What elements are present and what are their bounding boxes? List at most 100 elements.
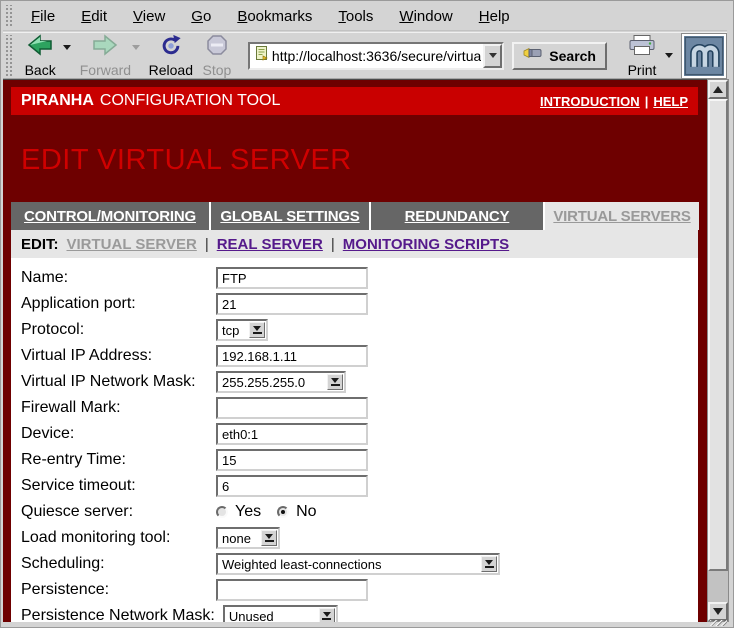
print-dropdown-arrow-icon[interactable] [665,53,673,58]
persistence-network-mask-select[interactable]: Unused [223,605,338,622]
print-label: Print [628,62,657,78]
banner-link-separator: | [645,94,649,109]
tab-virtual-servers[interactable]: VIRTUAL SERVERS [545,202,699,230]
subnav-links: VIRTUAL SERVER|REAL SERVER|MONITORING SC… [67,236,510,253]
reload-icon [159,34,183,61]
quiesce-server-option-label: Yes [235,503,261,521]
dropdown-arrow-icon[interactable] [327,374,343,390]
scheduling-label: Scheduling: [21,555,216,573]
menu-item-help[interactable]: Help [466,8,523,25]
service-timeout-label: Service timeout: [21,477,216,495]
toolbar-grip-handle[interactable] [4,35,12,76]
persistence-network-mask-label: Persistence Network Mask: [21,607,223,622]
form-row-virtual-ip-address: Virtual IP Address: [11,343,698,369]
menu-item-edit[interactable]: Edit [68,8,120,25]
mozilla-logo[interactable] [681,33,727,79]
form-row-persistence-network-mask: Persistence Network Mask:Unused [11,603,698,622]
url-input[interactable] [270,48,483,64]
tab-label: REDUNDANCY [405,208,510,225]
vertical-scrollbar[interactable] [707,79,729,622]
quiesce-server-label: Quiesce server: [21,503,216,521]
tab-control-monitoring[interactable]: CONTROL/MONITORING [11,202,209,230]
load-monitoring-tool-label: Load monitoring tool: [21,529,216,547]
arrow-down-icon [713,608,723,615]
quiesce-server-radio-no[interactable]: No [277,503,316,521]
dropdown-arrow-icon[interactable] [481,556,497,572]
menu-item-tools[interactable]: Tools [325,8,386,25]
form-row-application-port: Application port: [11,291,698,317]
tab-bar: CONTROL/MONITORING GLOBAL SETTINGS REDUNDA… [11,202,698,230]
reload-button[interactable]: Reload [148,34,194,78]
dropdown-arrow-icon[interactable] [261,530,277,546]
forward-dropdown-arrow-icon[interactable] [132,45,140,50]
subnav-separator: | [205,236,209,253]
stop-button[interactable]: Stop [194,34,240,78]
page-proxy-icon[interactable] [254,45,270,66]
subnav-link-real-server[interactable]: REAL SERVER [217,236,323,253]
scheduling-select[interactable]: Weighted least-connections [216,553,500,575]
form-row-scheduling: Scheduling:Weighted least-connections [11,551,698,577]
introduction-link[interactable]: INTRODUCTION [540,94,640,109]
scrollbar-up-button[interactable] [708,80,728,99]
subnav-link-monitoring-scripts[interactable]: MONITORING SCRIPTS [343,236,509,253]
window-resize-grip[interactable] [710,620,727,626]
form-row-quiesce-server: Quiesce server: Yes No [11,499,698,525]
application-port-input[interactable] [216,293,368,315]
back-dropdown-arrow-icon[interactable] [63,45,71,50]
page-viewport: PIRANHA CONFIGURATION TOOL INTRODUCTION … [3,79,707,622]
load-monitoring-tool-selected-value: none [218,531,261,546]
name-input[interactable] [216,267,368,289]
print-button[interactable]: Print [619,34,665,78]
menu-item-file[interactable]: File [18,8,68,25]
load-monitoring-tool-select[interactable]: none [216,527,280,549]
subnav-link-virtual-server[interactable]: VIRTUAL SERVER [67,236,197,253]
scrollbar-down-button[interactable] [708,602,728,621]
radio-button-icon [277,506,289,518]
search-label: Search [549,48,596,64]
dropdown-arrow-icon[interactable] [249,322,265,338]
service-timeout-input[interactable] [216,475,368,497]
forward-button[interactable]: Forward [79,34,132,78]
name-label: Name: [21,269,216,287]
url-history-dropdown-button[interactable] [483,44,502,68]
search-button[interactable]: Search [512,42,607,70]
virtual-ip-network-mask-label: Virtual IP Network Mask: [21,373,216,391]
menubar: FileEditViewGoBookmarksToolsWindowHelp [3,3,727,31]
tab-label: GLOBAL SETTINGS [220,208,359,225]
tab-label: CONTROL/MONITORING [24,208,196,225]
protocol-select[interactable]: tcp [216,319,268,341]
form-row-virtual-ip-network-mask: Virtual IP Network Mask:255.255.255.0 [11,369,698,395]
tab-label: VIRTUAL SERVERS [553,208,690,225]
search-icon [523,46,543,65]
virtual-server-form: Name:Application port:Protocol:tcpVirtua… [11,258,698,622]
quiesce-server-option-label: No [296,503,316,521]
quiesce-server-radio-yes[interactable]: Yes [216,503,261,521]
re-entry-time-input[interactable] [216,449,368,471]
menu-item-window[interactable]: Window [386,8,465,25]
scrollbar-thumb[interactable] [708,99,728,571]
virtual-ip-address-input[interactable] [216,345,368,367]
back-button[interactable]: Back [17,34,63,78]
form-row-re-entry-time: Re-entry Time: [11,447,698,473]
virtual-ip-network-mask-select[interactable]: 255.255.255.0 [216,371,346,393]
menubar-items: FileEditViewGoBookmarksToolsWindowHelp [18,8,523,25]
help-link[interactable]: HELP [653,94,688,109]
brand-name: PIRANHA [21,92,94,110]
tab-global-settings[interactable]: GLOBAL SETTINGS [211,202,369,230]
device-input[interactable] [216,423,368,445]
stop-label: Stop [203,62,232,78]
protocol-selected-value: tcp [218,323,249,338]
browser-window: FileEditViewGoBookmarksToolsWindowHelp B… [0,0,734,628]
form-rows: Name:Application port:Protocol:tcpVirtua… [11,265,698,622]
page-title: EDIT VIRTUAL SERVER [21,144,352,177]
piranha-banner: PIRANHA CONFIGURATION TOOL INTRODUCTION … [11,87,698,115]
menu-item-bookmarks[interactable]: Bookmarks [224,8,325,25]
menu-item-go[interactable]: Go [178,8,224,25]
tab-redundancy[interactable]: REDUNDANCY [371,202,543,230]
back-icon [27,34,53,61]
dropdown-arrow-icon[interactable] [319,608,335,622]
menu-item-view[interactable]: View [120,8,178,25]
menubar-grip-handle[interactable] [4,5,13,28]
persistence-input[interactable] [216,579,368,601]
firewall-mark-input[interactable] [216,397,368,419]
